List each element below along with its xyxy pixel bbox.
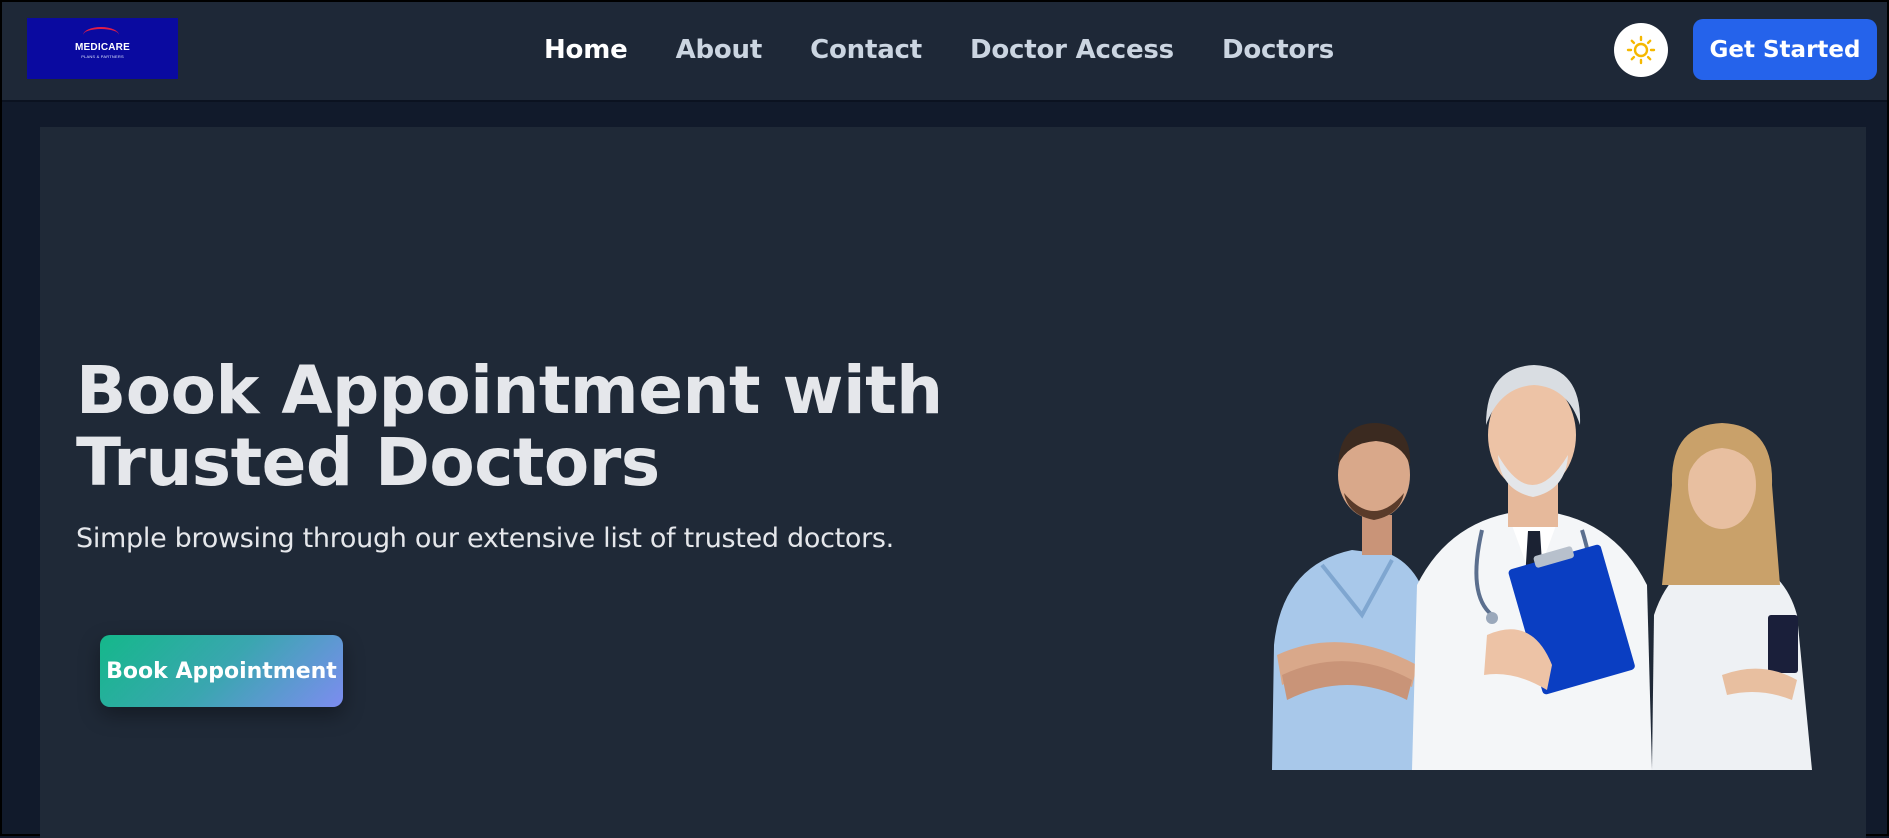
navbar: MEDICARE PLANS & PARTNERS Home About Con… [2, 2, 1887, 102]
doctor-center-figure [1412, 365, 1652, 770]
get-started-button[interactable]: Get Started [1693, 19, 1877, 80]
hero-subtitle: Simple browsing through our extensive li… [76, 523, 894, 554]
doctor-left-figure [1272, 423, 1434, 770]
page-frame: MEDICARE PLANS & PARTNERS Home About Con… [0, 0, 1889, 838]
sun-icon [1626, 35, 1656, 65]
theme-toggle-button[interactable] [1614, 23, 1668, 77]
doctor-right-figure [1652, 423, 1812, 770]
nav-link-doctors[interactable]: Doctors [1222, 35, 1334, 65]
hero-title-line-2: Trusted Doctors [76, 424, 660, 501]
book-appointment-button[interactable]: Book Appointment [100, 635, 343, 707]
nav-link-contact[interactable]: Contact [810, 35, 922, 65]
logo-arc [83, 27, 119, 43]
logo-tagline: PLANS & PARTNERS [81, 54, 124, 59]
logo-name: MEDICARE [75, 42, 130, 53]
nav-link-about[interactable]: About [676, 35, 763, 65]
nav-link-doctor-access[interactable]: Doctor Access [970, 35, 1174, 65]
nav-link-home[interactable]: Home [544, 35, 628, 65]
hero-section: Book Appointment with Trusted Doctors Si… [40, 127, 1866, 838]
nav-links: Home About Contact Doctor Access Doctors [544, 32, 1334, 68]
hero-title: Book Appointment with Trusted Doctors [76, 355, 976, 499]
logo[interactable]: MEDICARE PLANS & PARTNERS [27, 18, 178, 79]
hero-title-line-1: Book Appointment with [76, 352, 943, 429]
doctors-group-image [1252, 315, 1852, 770]
